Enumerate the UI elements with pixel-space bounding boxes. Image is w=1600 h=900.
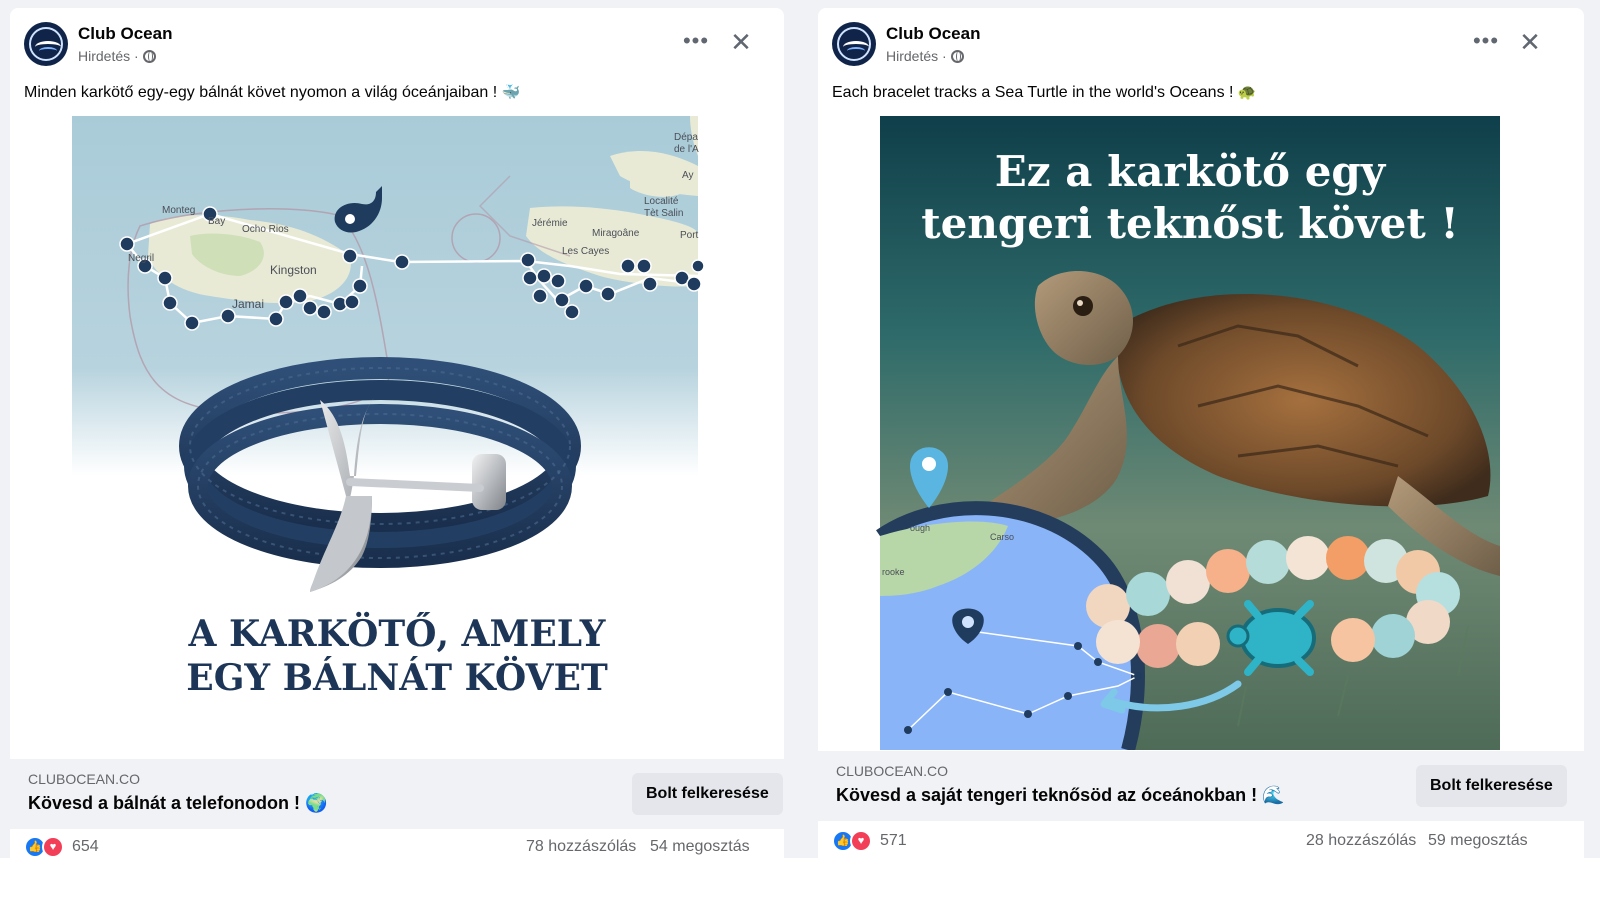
hide-ad-button[interactable]: ✕ <box>725 26 757 58</box>
close-icon: ✕ <box>730 27 752 57</box>
close-icon: ✕ <box>1519 27 1541 57</box>
post-text: Minden karkötő egy-egy bálnát követ nyom… <box>10 80 784 116</box>
map-label: de l'A <box>674 144 699 155</box>
more-options-button[interactable]: ••• <box>678 30 714 58</box>
turtle-emoji: 🐢 <box>1237 84 1257 101</box>
sponsored-label: Hirdetés · <box>78 48 156 64</box>
reactions-bar: 👍 ♥ 571 28 hozzászólás 59 megosztás <box>818 826 1584 858</box>
reactions-bar: 👍 ♥ 654 78 hozzászólás 54 megosztás <box>10 832 784 858</box>
map-label: Jamai <box>232 297 264 311</box>
ad-headline: A KARKÖTŐ, AMELY EGY BÁLNÁT KÖVET <box>10 612 784 700</box>
ad-image[interactable]: Monteg Bay Ocho Rios Negril Kingston Jam… <box>10 116 784 756</box>
link-title: Kövesd a bálnát a telefonodon ! 🌍 <box>28 793 327 814</box>
whale-emoji: 🐳 <box>501 84 521 101</box>
avatar[interactable] <box>24 22 68 66</box>
sponsored-text: Hirdetés · <box>886 48 947 64</box>
map-label: Tèt Salin <box>644 208 683 219</box>
feed-bottom-area <box>0 858 1600 900</box>
map-label: Ocho Rios <box>242 224 289 235</box>
map-label: Carso <box>990 532 1014 542</box>
shares-count[interactable]: 59 megosztás <box>1428 832 1528 850</box>
reaction-icons[interactable]: 👍 ♥ <box>24 836 66 858</box>
ad-image[interactable]: Ez a karkötő egy tengeri teknőst követ !… <box>818 116 1584 750</box>
reaction-count[interactable]: 571 <box>880 832 907 850</box>
club-ocean-logo-icon <box>29 27 63 61</box>
ad-post-card: Club Ocean Hirdetés · ••• ✕ Minden karkö… <box>10 8 784 858</box>
post-header: Club Ocean Hirdetés · ••• ✕ <box>818 8 1584 80</box>
globe-icon <box>950 49 964 63</box>
post-header: Club Ocean Hirdetés · ••• ✕ <box>10 8 784 80</box>
map-label: ough <box>910 523 930 533</box>
ad-headline-line2: EGY BÁLNÁT KÖVET <box>186 657 608 699</box>
page-name-link[interactable]: Club Ocean <box>886 24 980 44</box>
comments-count[interactable]: 28 hozzászólás <box>1306 832 1416 850</box>
map-label: Localité <box>644 196 679 207</box>
globe-emoji: 🌍 <box>305 793 328 813</box>
visit-shop-button[interactable]: Bolt felkeresése <box>1416 765 1567 807</box>
link-title: Kövesd a saját tengeri teknősöd az óceán… <box>836 785 1285 806</box>
more-horizontal-icon: ••• <box>1472 28 1500 53</box>
map-label: Kingston <box>270 263 317 277</box>
sponsored-label: Hirdetés · <box>886 48 964 64</box>
wave-emoji: 🌊 <box>1262 785 1285 805</box>
link-title-text: Kövesd a bálnát a telefonodon ! <box>28 793 301 813</box>
more-horizontal-icon: ••• <box>682 28 710 53</box>
page-name-link[interactable]: Club Ocean <box>78 24 172 44</box>
map-label: Dépa <box>674 132 698 143</box>
hide-ad-button[interactable]: ✕ <box>1514 26 1546 58</box>
ad-headline-line1: Ez a karkötő egy <box>995 147 1387 196</box>
map-label: Bay <box>208 216 225 227</box>
feed-page: Club Ocean Hirdetés · ••• ✕ Minden karkö… <box>0 0 1600 900</box>
love-icon: ♥ <box>42 836 64 858</box>
globe-icon <box>142 49 156 63</box>
ad-headline-line1: A KARKÖTŐ, AMELY <box>188 613 606 655</box>
link-preview-bar[interactable]: CLUBOCEAN.CO Kövesd a bálnát a telefonod… <box>10 759 784 829</box>
link-domain: CLUBOCEAN.CO <box>836 763 949 779</box>
map-label: rooke <box>882 567 905 577</box>
ad-headline-line2: tengeri teknőst követ ! <box>921 199 1459 248</box>
post-text-body: Minden karkötő egy-egy bálnát követ nyom… <box>24 84 498 101</box>
link-preview-bar[interactable]: CLUBOCEAN.CO Kövesd a saját tengeri tekn… <box>818 751 1584 821</box>
turtle-bracelet-ad-image: Ez a karkötő egy tengeri teknőst követ !… <box>876 116 1500 750</box>
map-label: Negril <box>128 253 154 264</box>
map-label: Jérémie <box>532 218 568 229</box>
link-title-text: Kövesd a saját tengeri teknősöd az óceán… <box>836 785 1258 805</box>
map-label: Les Cayes <box>562 246 609 257</box>
more-options-button[interactable]: ••• <box>1468 30 1504 58</box>
club-ocean-logo-icon <box>837 27 871 61</box>
comments-count[interactable]: 78 hozzászólás <box>526 838 636 856</box>
post-text: Each bracelet tracks a Sea Turtle in the… <box>818 80 1584 116</box>
link-domain: CLUBOCEAN.CO <box>28 771 141 787</box>
reaction-count[interactable]: 654 <box>72 838 99 856</box>
map-label: Monteg <box>162 205 195 216</box>
map-label: Ay <box>682 170 694 181</box>
map-label: Port <box>680 230 699 241</box>
reaction-icons[interactable]: 👍 ♥ <box>832 830 874 852</box>
ad-post-card: Club Ocean Hirdetés · ••• ✕ Each bracele… <box>818 8 1584 858</box>
avatar[interactable] <box>832 22 876 66</box>
shares-count[interactable]: 54 megosztás <box>650 838 750 856</box>
map-label: Miragoâne <box>592 228 640 239</box>
love-icon: ♥ <box>850 830 872 852</box>
sponsored-text: Hirdetés · <box>78 48 139 64</box>
visit-shop-button[interactable]: Bolt felkeresése <box>632 773 783 815</box>
post-text-body: Each bracelet tracks a Sea Turtle in the… <box>832 84 1234 101</box>
